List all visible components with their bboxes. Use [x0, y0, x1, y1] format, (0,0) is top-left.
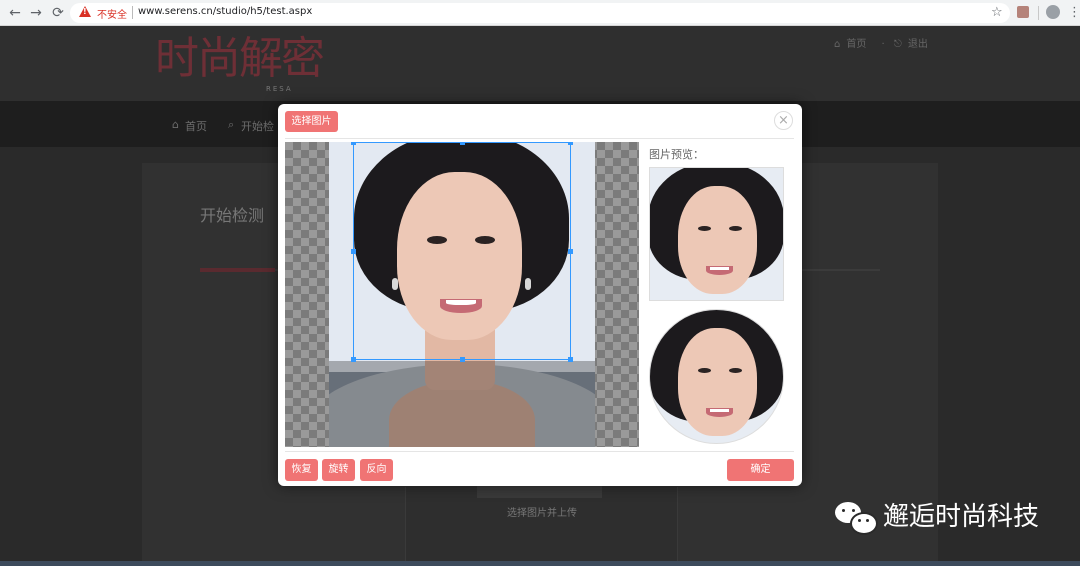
crop-handle-n[interactable] — [460, 142, 465, 145]
upload-thumbnail-slot — [477, 486, 602, 498]
forward-icon[interactable]: → — [27, 4, 45, 22]
nav-item-detect[interactable]: 开始检 — [241, 118, 274, 134]
top-link-logout[interactable]: 退出 — [908, 39, 928, 50]
profile-avatar-icon[interactable] — [1046, 5, 1060, 19]
nav-search-icon: ⌕ — [228, 118, 235, 131]
wechat-bubble-small — [850, 512, 878, 535]
address-bar[interactable]: 不安全 www.serens.cn/studio/h5/test.aspx — [70, 3, 1010, 23]
wechat-dot — [852, 509, 855, 512]
site-logo[interactable]: 时尚解密 — [155, 34, 325, 84]
crop-selection-box[interactable] — [351, 142, 573, 362]
site-logo-subtext: RESA — [266, 85, 293, 93]
site-header: 时尚解密 RESA ⌂ 首页 · ⎋ 退出 — [0, 26, 1080, 101]
image-crop-dialog: 选择图片 × 图片预览： 恢复 旋转 反向 确定 — [278, 104, 802, 486]
dialog-divider-bottom — [285, 451, 794, 452]
top-link-home[interactable]: 首页 — [846, 39, 866, 50]
url-text[interactable]: www.serens.cn/studio/h5/test.aspx — [138, 6, 312, 17]
reload-icon[interactable]: ⟳ — [49, 4, 67, 22]
address-divider — [132, 6, 133, 19]
flip-button[interactable]: 反向 — [360, 459, 393, 481]
wechat-dot — [842, 509, 845, 512]
dialog-divider-top — [285, 138, 794, 139]
wechat-icon — [833, 500, 878, 535]
extension-icon[interactable] — [1017, 6, 1029, 18]
crop-canvas[interactable] — [285, 142, 639, 447]
wechat-dot — [866, 519, 869, 522]
nav-home-icon: ⌂ — [172, 118, 179, 131]
crop-handle-e[interactable] — [568, 249, 573, 254]
bookmark-star-icon[interactable]: ☆ — [991, 5, 1003, 21]
crop-handle-se[interactable] — [568, 357, 573, 362]
toolbar-divider — [1038, 6, 1039, 20]
title-underline-accent — [200, 268, 275, 272]
warning-icon — [79, 6, 91, 17]
crop-handle-sw[interactable] — [351, 357, 356, 362]
close-icon[interactable]: × — [774, 111, 793, 130]
wechat-dot — [858, 519, 861, 522]
home-icon: ⌂ — [834, 39, 841, 50]
crop-mask — [329, 361, 595, 447]
security-status[interactable]: 不安全 — [97, 6, 127, 21]
link-separator: · — [881, 39, 885, 50]
reset-button[interactable]: 恢复 — [285, 459, 318, 481]
upload-area — [405, 487, 678, 566]
confirm-button[interactable]: 确定 — [727, 459, 794, 481]
nav-item-home[interactable]: 首页 — [185, 118, 207, 134]
preview-circle-mouth — [706, 408, 733, 417]
preview-circle-face — [678, 328, 757, 436]
browser-toolbar: ← → ⟳ 不安全 www.serens.cn/studio/h5/test.a… — [0, 0, 1080, 26]
preview-circle — [649, 309, 784, 444]
crop-handle-s[interactable] — [460, 357, 465, 362]
preview-face — [678, 186, 757, 294]
crop-handle-ne[interactable] — [568, 142, 573, 145]
preview-eye-left — [698, 226, 711, 231]
crop-handle-w[interactable] — [351, 249, 356, 254]
preview-circle-eye-right — [729, 368, 742, 373]
preview-label: 图片预览： — [649, 148, 704, 161]
crop-handle-nw[interactable] — [351, 142, 356, 145]
preview-square — [649, 167, 784, 301]
watermark-text: 邂逅时尚科技 — [883, 502, 1040, 532]
rotate-button[interactable]: 旋转 — [322, 459, 355, 481]
preview-eye-right — [729, 226, 742, 231]
preview-mouth — [706, 266, 733, 275]
taskbar-strip — [0, 561, 1080, 566]
top-links: ⌂ 首页 · ⎋ 退出 — [834, 35, 934, 50]
preview-circle-eye-left — [698, 368, 711, 373]
upload-label[interactable]: 选择图片并上传 — [507, 504, 577, 519]
select-image-button[interactable]: 选择图片 — [285, 111, 338, 132]
logout-icon: ⎋ — [893, 39, 902, 50]
browser-menu-icon[interactable]: ⋮ — [1068, 5, 1080, 21]
page-title: 开始检测 — [200, 206, 265, 225]
back-icon[interactable]: ← — [6, 4, 24, 22]
